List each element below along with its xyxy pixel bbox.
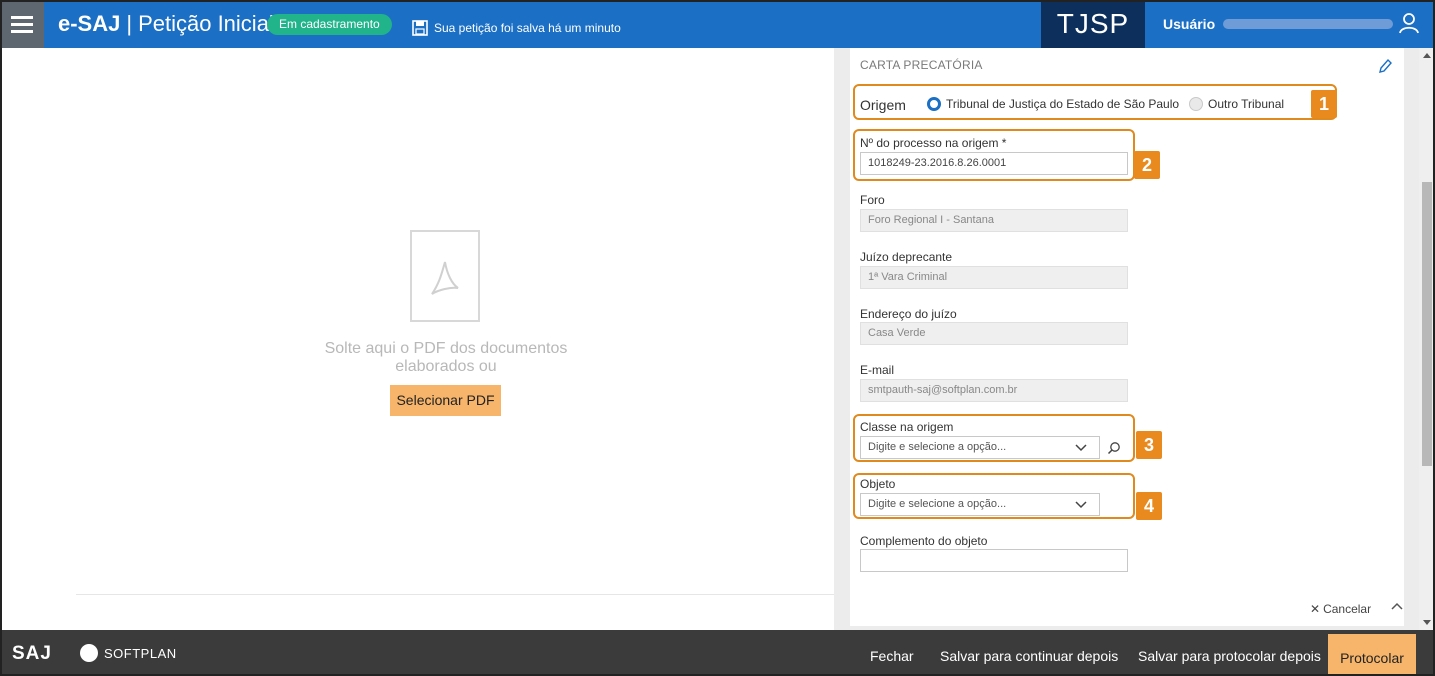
screenshot-border bbox=[0, 0, 1435, 676]
